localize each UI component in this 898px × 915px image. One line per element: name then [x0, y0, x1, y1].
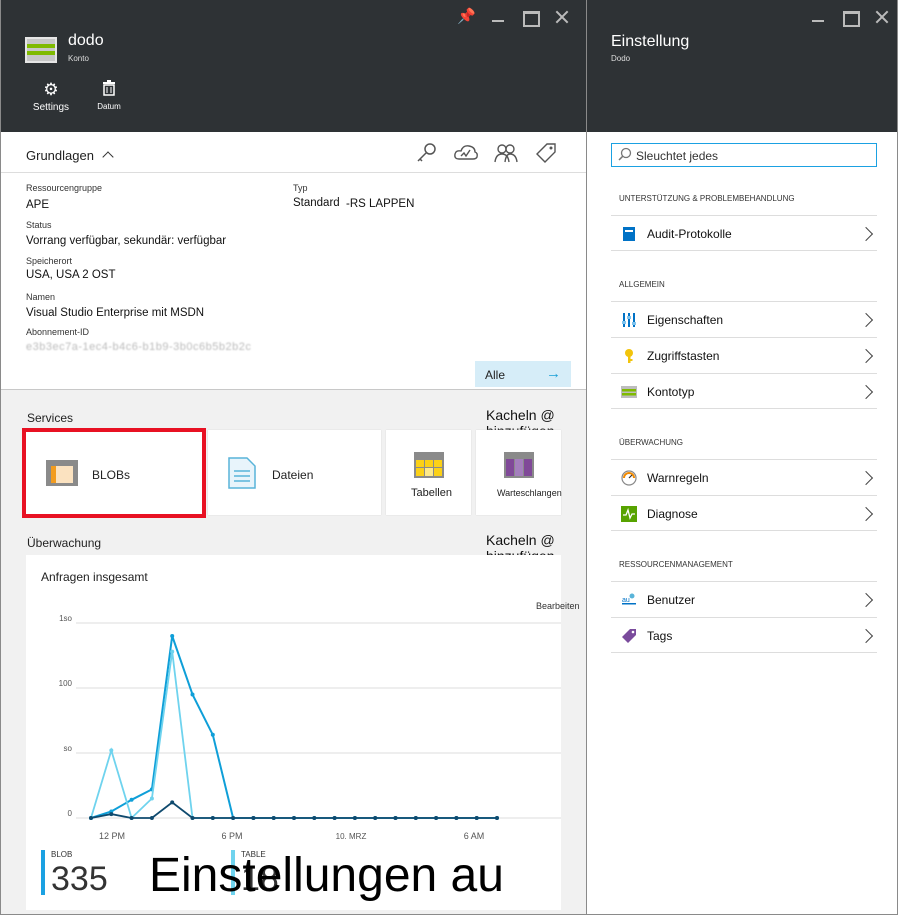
group-support: UNTERSTÜTZUNG & PROBLEMBEHANDLUNG: [619, 194, 795, 203]
data-point: [170, 800, 175, 805]
minimize-icon[interactable]: [809, 8, 827, 26]
menu-item-diagnostics[interactable]: Diagnose: [611, 495, 877, 531]
chevron-right-icon: [858, 384, 874, 400]
alert-rules-icon: [621, 470, 637, 486]
data-point: [109, 812, 114, 817]
menu-item-label: Warnregeln: [647, 471, 709, 485]
data-point: [170, 649, 175, 654]
menu-item-label: Diagnose: [647, 507, 698, 521]
menu-item-users[interactable]: au Benutzer: [611, 581, 877, 617]
data-point: [210, 816, 215, 820]
tag-icon: [622, 629, 636, 643]
legend-blob-name: BLOB: [51, 850, 73, 859]
data-point: [109, 748, 114, 753]
menu-item-audit-logs[interactable]: Audit-Protokolle: [611, 215, 877, 251]
data-point: [129, 816, 134, 820]
search-icon: [618, 147, 632, 164]
data-point: [231, 816, 236, 820]
menu-item-label: Audit-Protokolle: [647, 227, 732, 241]
data-point: [149, 796, 154, 801]
account-type-icon: [621, 386, 637, 398]
chevron-right-icon: [858, 506, 874, 522]
chevron-right-icon: [858, 348, 874, 364]
data-point: [292, 816, 296, 820]
y-tick-label: 0: [68, 809, 73, 818]
data-point: [129, 797, 134, 802]
y-tick-label: so: [64, 744, 73, 753]
menu-item-alert-rules[interactable]: Warnregeln: [611, 459, 877, 495]
users-icon: au: [622, 593, 636, 605]
data-point: [434, 816, 439, 820]
settings-search-input[interactable]: Sleuchtet jedes: [611, 143, 877, 167]
data-point: [373, 816, 378, 820]
settings-subtitle: Dodo: [611, 54, 631, 63]
y-tick-label: 1so: [59, 614, 72, 623]
data-point: [332, 816, 337, 820]
data-point: [393, 816, 398, 820]
legend-blob-bar: [41, 850, 45, 895]
group-resource-management: RESSOURCENMANAGEMENT: [619, 560, 733, 569]
data-point: [89, 816, 93, 820]
chevron-right-icon: [858, 628, 874, 644]
series-line: [90, 801, 497, 819]
legend-blob-value: 335: [51, 860, 108, 898]
chevron-right-icon: [858, 592, 874, 608]
data-point: [170, 634, 175, 638]
data-point: [312, 816, 317, 820]
maximize-icon[interactable]: [841, 8, 860, 27]
data-point: [474, 816, 479, 820]
svg-text:au: au: [622, 597, 630, 604]
group-monitoring: ÜBERWACHUNG: [619, 438, 684, 447]
menu-item-label: Zugriffstasten: [647, 349, 720, 363]
menu-item-label: Eigenschaften: [647, 313, 724, 327]
window-controls: [809, 8, 891, 27]
account-blade: 📌 dodo Konto ⚙ Settings Datum Grundlagen: [0, 0, 587, 915]
data-point: [149, 816, 154, 820]
data-point: [413, 816, 418, 820]
close-icon[interactable]: [873, 8, 891, 26]
data-point: [271, 816, 276, 820]
group-general: ALLGEMEIN: [619, 280, 665, 289]
menu-item-access-keys[interactable]: Zugriffstasten: [611, 337, 877, 373]
data-point: [190, 692, 195, 697]
x-tick-label: 6 PM: [221, 831, 242, 841]
data-point: [454, 816, 459, 820]
menu-item-label: Benutzer: [647, 593, 696, 607]
overlay-caption: Einstellungen au: [149, 849, 504, 902]
chevron-right-icon: [858, 226, 874, 242]
data-point: [251, 816, 256, 820]
properties-icon: [622, 313, 636, 327]
requests-line-chart: 0 so 100 1so 12 PM 6 PM 10. MRZ 6 AM: [59, 614, 561, 841]
data-point: [210, 732, 215, 737]
x-tick-label: 6 AM: [464, 831, 485, 841]
x-tick-label: 10. MRZ: [336, 832, 367, 841]
chevron-right-icon: [858, 312, 874, 328]
settings-title: Einstellung: [611, 33, 690, 50]
x-tick-label: 12 PM: [99, 831, 125, 841]
key-icon: [625, 349, 633, 363]
chevron-right-icon: [858, 470, 874, 486]
data-point: [190, 816, 195, 820]
audit-log-icon: [623, 227, 635, 241]
series-line: [90, 651, 497, 820]
menu-item-account-type[interactable]: Kontotyp: [611, 373, 877, 409]
search-text: Sleuchtet jedes: [636, 149, 719, 163]
data-point: [352, 816, 357, 820]
menu-item-label: Tags: [647, 629, 673, 643]
y-tick-label: 100: [59, 679, 73, 688]
menu-item-label: Kontotyp: [647, 385, 695, 399]
settings-blade: Einstellung Dodo Sleuchtet jedes UNTERST…: [587, 0, 898, 915]
data-point: [495, 816, 499, 820]
diagnostics-icon: [621, 506, 637, 522]
menu-item-properties[interactable]: Eigenschaften: [611, 301, 877, 337]
menu-item-tags[interactable]: Tags: [611, 617, 877, 653]
settings-blade-header: Einstellung Dodo: [587, 0, 897, 132]
